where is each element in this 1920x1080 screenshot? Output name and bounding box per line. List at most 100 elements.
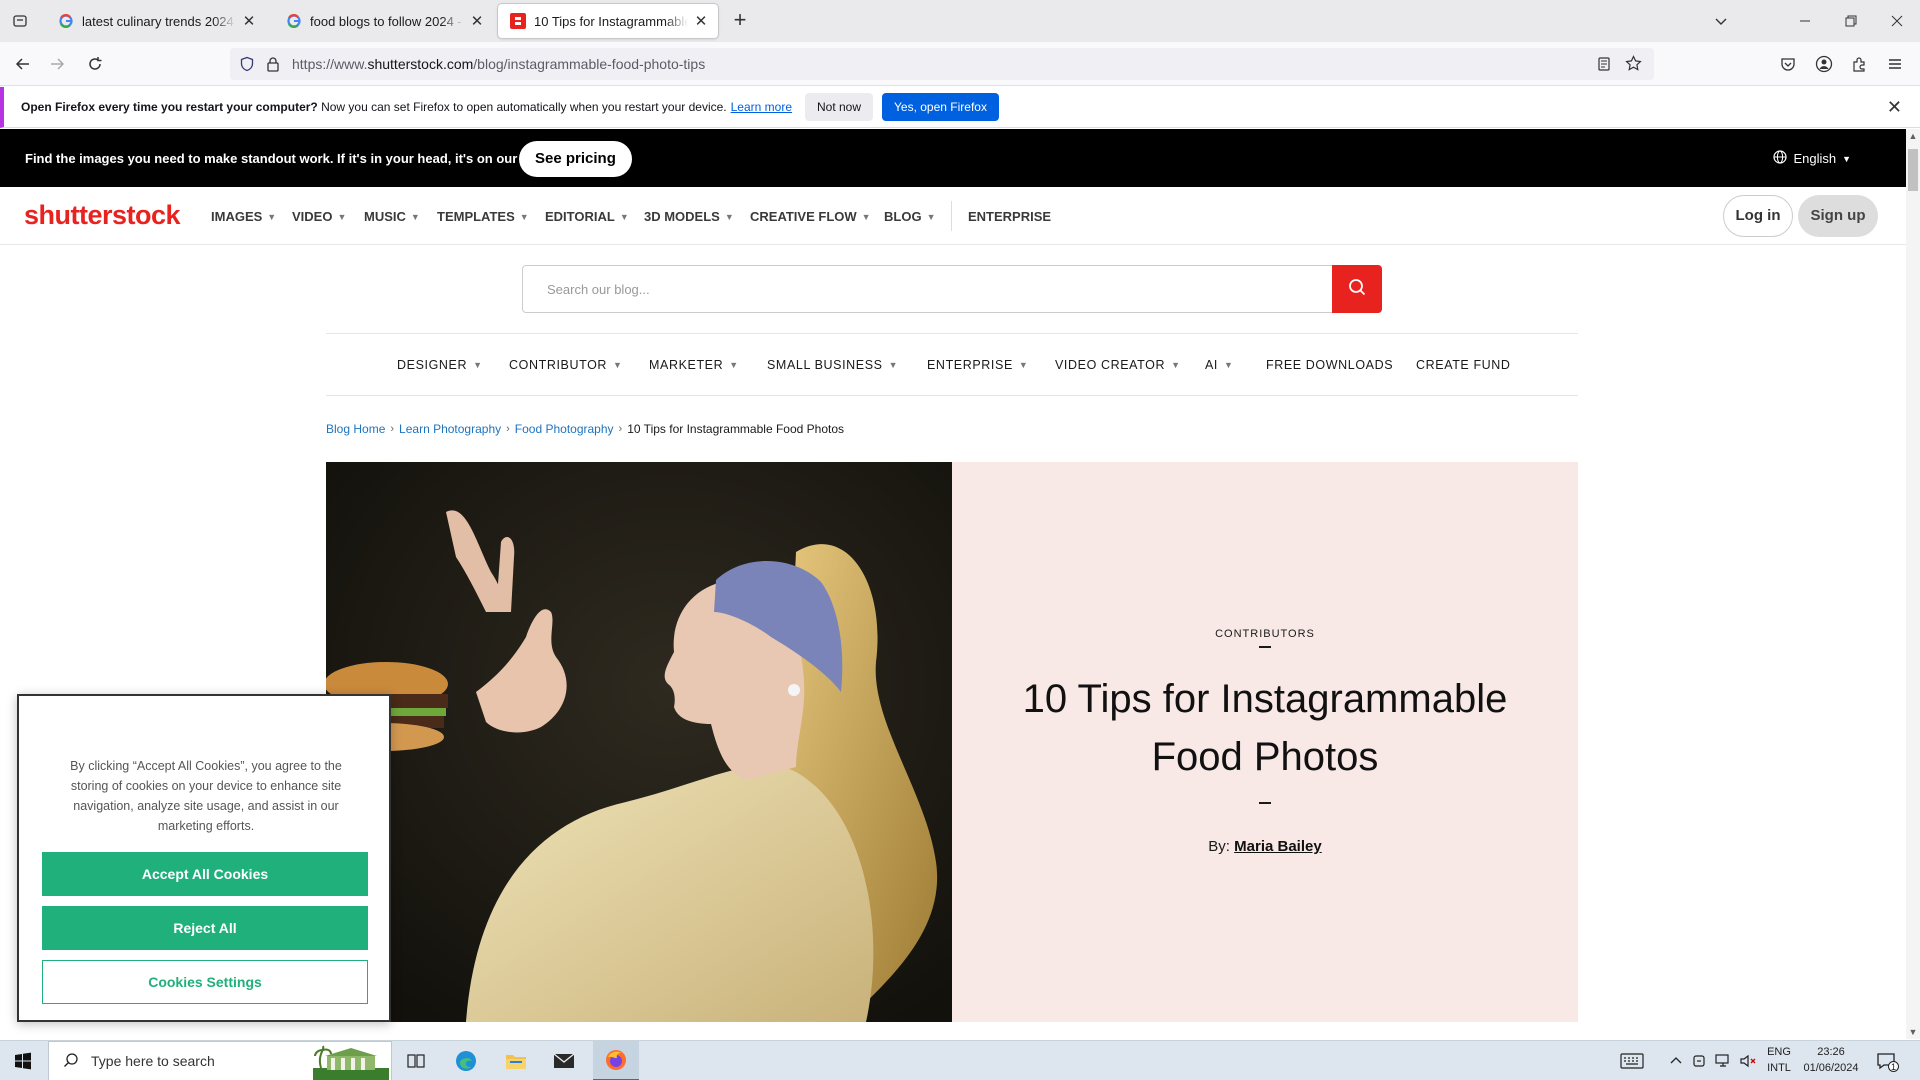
nav-templates[interactable]: TEMPLATES ▼ <box>437 209 529 224</box>
nav-blog[interactable]: BLOG ▼ <box>884 209 935 224</box>
cat-enterprise[interactable]: ENTERPRISE ▼ <box>927 358 1028 372</box>
reader-view-icon[interactable] <box>1596 56 1612 77</box>
file-explorer-icon[interactable] <box>502 1047 530 1075</box>
volume-muted-icon[interactable] <box>1734 1047 1762 1075</box>
minimize-icon[interactable] <box>1782 0 1828 42</box>
byline: By: Maria Bailey <box>952 838 1578 855</box>
scroll-up-icon[interactable]: ▲ <box>1908 131 1918 141</box>
cat-free-downloads[interactable]: FREE DOWNLOADS <box>1266 358 1393 372</box>
login-button[interactable]: Log in <box>1723 195 1793 237</box>
cat-create-fund[interactable]: CREATE FUND <box>1416 358 1511 372</box>
scrollbar-thumb[interactable] <box>1908 149 1918 191</box>
breadcrumb-separator-icon: › <box>390 423 395 435</box>
page-scrollbar[interactable]: ▲ ▼ <box>1906 129 1920 1039</box>
cat-marketer[interactable]: MARKETER ▼ <box>649 358 739 372</box>
cat-label: ENTERPRISE <box>927 358 1013 372</box>
url-bar[interactable]: https://www.shutterstock.com/blog/instag… <box>230 48 1654 80</box>
divider <box>1259 646 1271 648</box>
nav-divider <box>951 201 952 231</box>
nav-label: MUSIC <box>364 209 406 224</box>
firefox-taskbar-button[interactable] <box>593 1041 639 1080</box>
language-label: English <box>1793 151 1837 166</box>
forward-icon[interactable] <box>44 51 70 77</box>
reload-icon[interactable] <box>82 51 108 77</box>
globe-icon <box>1773 150 1788 167</box>
breadcrumb-food-photography[interactable]: Food Photography <box>515 422 614 436</box>
chevron-down-icon: ▼ <box>724 211 734 222</box>
windows-taskbar: Type here to search ENG INTL 23:26 01/06… <box>0 1040 1920 1080</box>
close-icon[interactable]: ✕ <box>1887 97 1902 118</box>
pocket-icon[interactable] <box>1775 51 1801 77</box>
account-icon[interactable] <box>1811 51 1837 77</box>
bookmark-star-icon[interactable] <box>1625 55 1642 77</box>
blog-search-input[interactable] <box>523 266 1333 312</box>
nav-creative-flow[interactable]: CREATIVE FLOW ▼ <box>750 209 871 224</box>
notifications-icon[interactable]: 1 <box>1872 1047 1900 1075</box>
task-view-icon[interactable] <box>402 1047 430 1075</box>
page-title: 10 Tips for Instagrammable Food Photos <box>1022 677 1508 779</box>
chevron-down-icon: ▼ <box>337 211 347 222</box>
taskbar-search[interactable]: Type here to search <box>48 1041 392 1080</box>
nav-enterprise[interactable]: ENTERPRISE <box>968 209 1051 224</box>
hero-image <box>326 462 952 1022</box>
extensions-icon[interactable] <box>1846 51 1872 77</box>
nav-video[interactable]: VIDEO ▼ <box>292 209 346 224</box>
language-selector[interactable]: English ▼ <box>1773 150 1851 167</box>
chevron-down-icon: ▼ <box>1018 360 1029 370</box>
cat-ai[interactable]: AI ▼ <box>1205 358 1234 372</box>
nav-editorial[interactable]: EDITORIAL ▼ <box>545 209 629 224</box>
windows-start-icon[interactable] <box>0 1041 46 1080</box>
chevron-down-icon: ▼ <box>926 211 936 222</box>
tab-title: food blogs to follow 2024 - Google Searc… <box>310 13 464 29</box>
cat-small-business[interactable]: SMALL BUSINESS ▼ <box>767 358 898 372</box>
tab-close-icon[interactable]: ✕ <box>468 12 486 30</box>
breadcrumb-blog-home[interactable]: Blog Home <box>326 422 385 436</box>
scroll-down-icon[interactable]: ▼ <box>1908 1027 1918 1037</box>
cat-designer[interactable]: DESIGNER ▼ <box>397 358 483 372</box>
language-code: ENG <box>1767 1046 1791 1058</box>
not-now-button[interactable]: Not now <box>805 93 874 121</box>
cookies-settings-button[interactable]: Cookies Settings <box>42 960 368 1004</box>
search-button[interactable] <box>1332 265 1382 313</box>
blog-search <box>522 265 1382 313</box>
shutterstock-logo[interactable]: shutterstock <box>24 200 181 231</box>
firefox-default-notification: Open Firefox every time you restart your… <box>0 87 1920 128</box>
tab-close-icon[interactable]: ✕ <box>692 12 710 30</box>
new-tab-button[interactable]: + <box>728 9 752 33</box>
article-category[interactable]: CONTRIBUTORS <box>952 628 1578 640</box>
reject-all-button[interactable]: Reject All <box>42 906 368 950</box>
breadcrumb-learn-photography[interactable]: Learn Photography <box>399 422 501 436</box>
mail-icon[interactable] <box>550 1047 578 1075</box>
tab-list-icon[interactable] <box>8 9 32 33</box>
nav-music[interactable]: MUSIC ▼ <box>364 209 420 224</box>
tab-instagrammable-food[interactable]: 10 Tips for Instagrammable Food Photos ✕ <box>498 4 718 38</box>
tab-overflow-chevron-icon[interactable] <box>1698 0 1744 42</box>
tab-close-icon[interactable]: ✕ <box>240 12 258 30</box>
close-window-icon[interactable] <box>1874 0 1920 42</box>
cat-label: DESIGNER <box>397 358 468 372</box>
author-link[interactable]: Maria Bailey <box>1234 838 1322 855</box>
learn-more-link[interactable]: Learn more <box>731 100 792 114</box>
nav-3d-models[interactable]: 3D MODELS ▼ <box>644 209 734 224</box>
input-language[interactable]: ENG INTL <box>1759 1044 1799 1076</box>
back-icon[interactable] <box>10 51 36 77</box>
see-pricing-button[interactable]: See pricing <box>519 141 632 177</box>
nav-images[interactable]: IMAGES ▼ <box>211 209 276 224</box>
menu-icon[interactable] <box>1882 51 1908 77</box>
cat-contributor[interactable]: CONTRIBUTOR ▼ <box>509 358 623 372</box>
breadcrumb: Blog Home › Learn Photography › Food Pho… <box>326 422 844 436</box>
tab-food-blogs[interactable]: food blogs to follow 2024 - Google Searc… <box>274 4 494 38</box>
system-clock[interactable]: 23:26 01/06/2024 <box>1800 1044 1862 1076</box>
accept-all-cookies-button[interactable]: Accept All Cookies <box>42 852 368 896</box>
shield-icon[interactable] <box>239 56 255 77</box>
yes-open-firefox-button[interactable]: Yes, open Firefox <box>882 93 999 121</box>
edge-icon[interactable] <box>452 1047 480 1075</box>
tab-culinary-trends[interactable]: latest culinary trends 2024 - Google Sea… <box>46 4 266 38</box>
nav-label: IMAGES <box>211 209 263 224</box>
signup-button[interactable]: Sign up <box>1798 195 1878 237</box>
cat-video-creator[interactable]: VIDEO CREATOR ▼ <box>1055 358 1181 372</box>
lock-icon[interactable] <box>266 56 280 77</box>
keyboard-icon[interactable] <box>1618 1047 1646 1075</box>
keyboard-layout: INTL <box>1767 1062 1791 1074</box>
restore-icon[interactable] <box>1828 0 1874 42</box>
